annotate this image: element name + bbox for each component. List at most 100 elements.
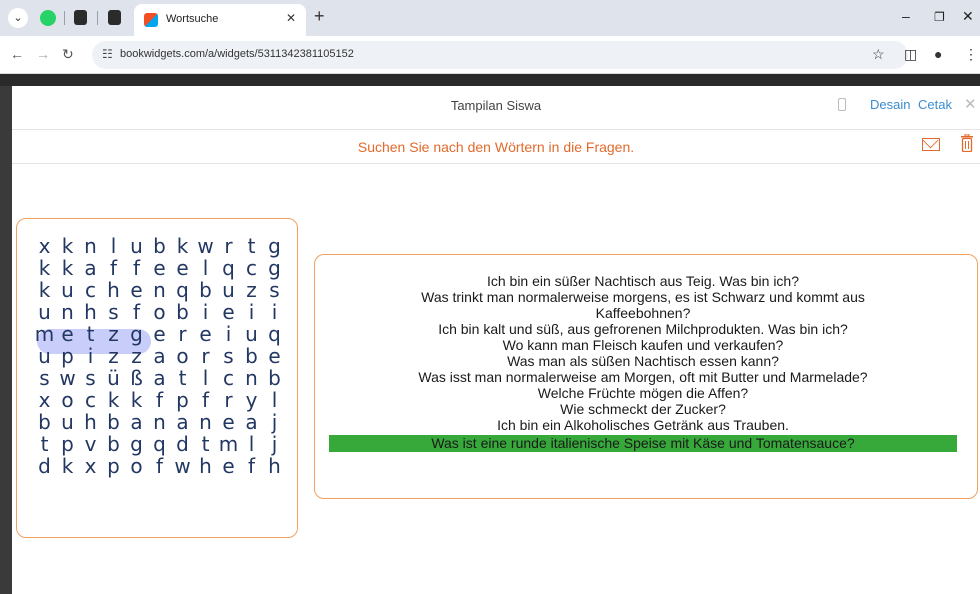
active-tab[interactable]: Wortsuche ✕ (134, 4, 306, 36)
grid-letter[interactable]: e (194, 323, 217, 345)
grid-letter[interactable]: k (125, 389, 148, 411)
grid-letter[interactable]: h (263, 455, 286, 477)
grid-letter[interactable]: i (217, 323, 240, 345)
grid-letter[interactable]: e (125, 279, 148, 301)
grid-letter[interactable]: l (263, 389, 286, 411)
profile-avatar-icon[interactable]: ● (934, 46, 942, 62)
grid-letter[interactable]: e (217, 301, 240, 323)
grid-letter[interactable]: u (33, 345, 56, 367)
grid-letter[interactable]: q (263, 323, 286, 345)
grid-letter[interactable]: b (102, 433, 125, 455)
grid-letter[interactable]: c (217, 367, 240, 389)
grid-letter[interactable]: x (33, 389, 56, 411)
grid-letter[interactable]: k (56, 257, 79, 279)
grid-letter[interactable]: n (194, 411, 217, 433)
grid-letter[interactable]: z (125, 345, 148, 367)
grid-letter[interactable]: f (240, 455, 263, 477)
minimize-icon[interactable]: – (902, 8, 910, 24)
grid-letter[interactable]: k (171, 235, 194, 257)
reload-icon[interactable]: ↻ (62, 46, 74, 63)
question-item[interactable]: Was trinkt man normalerweise morgens, es… (329, 289, 957, 305)
bookmark-star-icon[interactable]: ☆ (872, 46, 885, 63)
grid-letter[interactable]: m (217, 433, 240, 455)
grid-letter[interactable]: y (240, 389, 263, 411)
window-close-icon[interactable]: ✕ (962, 8, 974, 25)
grid-letter[interactable]: a (125, 411, 148, 433)
grid-letter[interactable]: j (263, 433, 286, 455)
grid-letter[interactable]: e (217, 455, 240, 477)
grid-letter[interactable]: k (33, 279, 56, 301)
question-item[interactable]: Ich bin ein süßer Nachtisch aus Teig. Wa… (329, 273, 957, 289)
print-link[interactable]: Cetak (918, 97, 952, 112)
grid-letter[interactable]: e (263, 345, 286, 367)
tab-close-icon[interactable]: ✕ (286, 11, 296, 25)
grid-letter[interactable]: b (102, 411, 125, 433)
question-item-active[interactable]: Was ist eine runde italienische Speise m… (329, 435, 957, 452)
grid-letter[interactable]: t (194, 433, 217, 455)
grid-letter[interactable]: ü (102, 367, 125, 389)
grid-letter[interactable]: i (194, 301, 217, 323)
back-icon[interactable]: ← (10, 46, 24, 62)
grid-letter[interactable]: o (148, 301, 171, 323)
grid-letter[interactable]: f (102, 257, 125, 279)
grid-letter[interactable]: f (125, 301, 148, 323)
grid-letter[interactable]: n (148, 279, 171, 301)
grid-letter[interactable]: z (240, 279, 263, 301)
word-search-grid[interactable]: xknlubkwrtgkkaffeelqcgkuchenqbuzsunhsfob… (33, 235, 283, 477)
grid-letter[interactable]: u (125, 235, 148, 257)
forward-icon[interactable]: → (36, 46, 50, 62)
grid-letter[interactable]: f (194, 389, 217, 411)
grid-letter[interactable]: f (148, 455, 171, 477)
grid-letter[interactable]: u (240, 323, 263, 345)
grid-letter[interactable]: p (56, 433, 79, 455)
grid-letter[interactable]: b (263, 367, 286, 389)
grid-letter[interactable]: n (79, 235, 102, 257)
grid-letter[interactable]: o (125, 455, 148, 477)
grid-letter[interactable]: u (56, 411, 79, 433)
grid-letter[interactable]: h (79, 301, 102, 323)
grid-letter[interactable]: b (33, 411, 56, 433)
grid-letter[interactable]: q (148, 433, 171, 455)
grid-letter[interactable]: q (217, 257, 240, 279)
grid-letter[interactable]: t (79, 323, 102, 345)
grid-letter[interactable]: t (240, 235, 263, 257)
grid-letter[interactable]: r (194, 345, 217, 367)
phone-preview-icon[interactable] (838, 98, 846, 111)
design-link[interactable]: Desain (870, 97, 910, 112)
grid-letter[interactable]: l (194, 257, 217, 279)
grid-letter[interactable]: d (171, 433, 194, 455)
question-item[interactable]: Ich bin kalt und süß, aus gefrorenen Mil… (329, 321, 957, 337)
grid-letter[interactable]: k (56, 455, 79, 477)
grid-letter[interactable]: z (102, 345, 125, 367)
grid-letter[interactable]: v (79, 433, 102, 455)
grid-letter[interactable]: r (171, 323, 194, 345)
grid-letter[interactable]: r (217, 235, 240, 257)
grid-letter[interactable]: l (194, 367, 217, 389)
grid-letter[interactable]: s (217, 345, 240, 367)
extensions-icon[interactable]: ◫ (904, 46, 917, 63)
grid-letter[interactable]: u (56, 279, 79, 301)
grid-letter[interactable]: p (102, 455, 125, 477)
grid-letter[interactable]: i (263, 301, 286, 323)
grid-letter[interactable]: d (33, 455, 56, 477)
grid-letter[interactable]: z (102, 323, 125, 345)
question-item[interactable]: Kaffeebohnen? (329, 305, 957, 321)
grid-letter[interactable]: n (240, 367, 263, 389)
grid-letter[interactable]: t (33, 433, 56, 455)
new-tab-icon[interactable]: + (314, 6, 325, 27)
grid-letter[interactable]: g (263, 235, 286, 257)
grid-letter[interactable]: c (79, 279, 102, 301)
grid-letter[interactable]: u (33, 301, 56, 323)
grid-letter[interactable]: l (102, 235, 125, 257)
grid-letter[interactable]: o (171, 345, 194, 367)
grid-letter[interactable]: w (56, 367, 79, 389)
grid-letter[interactable]: q (171, 279, 194, 301)
grid-letter[interactable]: b (240, 345, 263, 367)
mail-icon[interactable] (922, 138, 940, 151)
whatsapp-pinned-tab-icon[interactable] (40, 10, 56, 26)
grid-letter[interactable]: m (33, 323, 56, 345)
site-info-icon[interactable]: ☷ (102, 47, 113, 61)
grid-letter[interactable]: o (56, 389, 79, 411)
grid-letter[interactable]: i (240, 301, 263, 323)
grid-letter[interactable]: g (125, 433, 148, 455)
